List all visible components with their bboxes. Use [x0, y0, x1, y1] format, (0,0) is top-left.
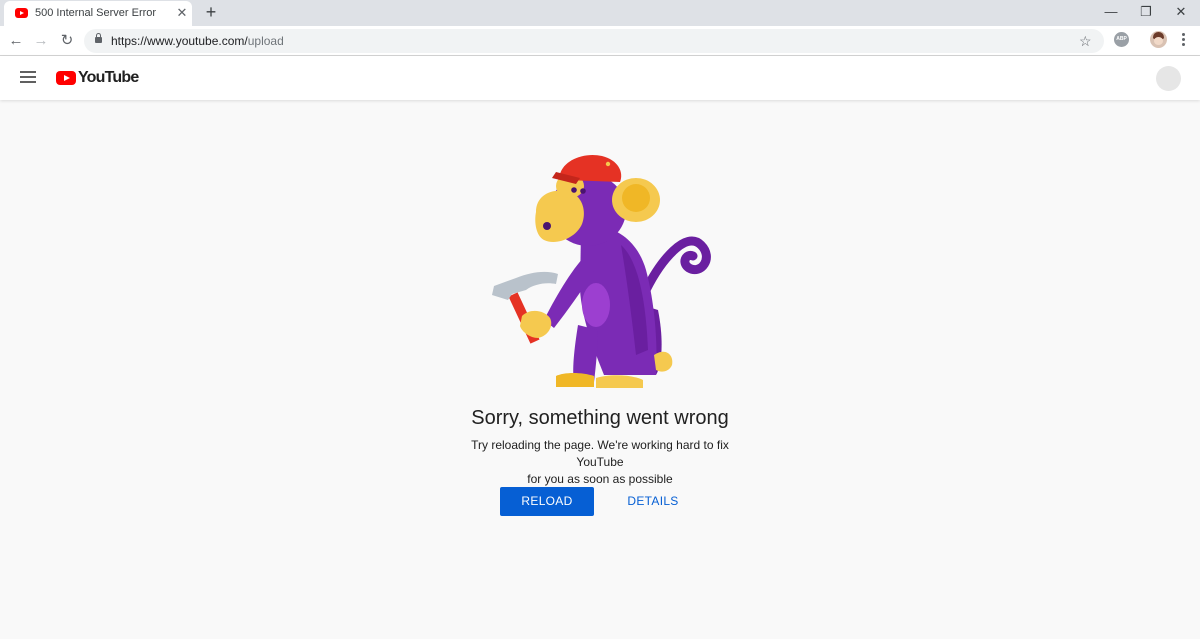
- error-description-line-1: Try reloading the page. We're working ha…: [471, 438, 729, 469]
- details-button[interactable]: DETAILS: [618, 487, 688, 516]
- restore-button[interactable]: ❐: [1133, 2, 1159, 22]
- minimize-button[interactable]: —: [1098, 2, 1124, 22]
- tab-close-icon[interactable]: ✕: [175, 6, 189, 20]
- browser-tabstrip: 500 Internal Server Error ✕ + — ❐ ✕: [0, 0, 1200, 26]
- address-bar[interactable]: https://www.youtube.com/upload ☆: [84, 29, 1104, 53]
- adblock-extension-icon[interactable]: ABP: [1114, 32, 1129, 47]
- window-close-button[interactable]: ✕: [1168, 2, 1194, 22]
- new-tab-button[interactable]: +: [202, 3, 220, 21]
- browser-menu-icon[interactable]: [1177, 31, 1189, 49]
- profile-avatar-icon[interactable]: [1150, 31, 1167, 48]
- url-host: https://www.youtube.com/: [111, 34, 248, 48]
- browser-toolbar: ← → ↻ https://www.youtube.com/upload ☆ A…: [0, 26, 1200, 56]
- address-url[interactable]: https://www.youtube.com/upload: [111, 34, 284, 48]
- back-arrow-icon[interactable]: ←: [7, 32, 25, 50]
- bookmark-star-icon[interactable]: ☆: [1079, 31, 1092, 51]
- account-avatar[interactable]: [1156, 66, 1181, 91]
- youtube-logo-text: YouTube: [78, 69, 139, 86]
- hamburger-menu-icon[interactable]: [20, 71, 36, 83]
- reload-icon[interactable]: ↻: [58, 32, 76, 50]
- youtube-header: YouTube: [0, 56, 1200, 100]
- youtube-play-icon: [56, 71, 76, 85]
- tab-title: 500 Internal Server Error: [35, 7, 157, 19]
- lock-icon[interactable]: [95, 33, 102, 43]
- reload-button[interactable]: RELOAD: [500, 487, 594, 516]
- monkey-with-hammer-illustration: [492, 154, 711, 388]
- youtube-favicon-icon: [15, 8, 28, 18]
- error-description: Try reloading the page. We're working ha…: [450, 437, 750, 488]
- forward-arrow-icon[interactable]: →: [32, 32, 50, 50]
- error-description-line-2: for you as soon as possible: [527, 472, 673, 486]
- browser-tab[interactable]: 500 Internal Server Error ✕: [4, 1, 192, 26]
- error-title: Sorry, something went wrong: [471, 407, 729, 429]
- url-path: upload: [247, 34, 284, 48]
